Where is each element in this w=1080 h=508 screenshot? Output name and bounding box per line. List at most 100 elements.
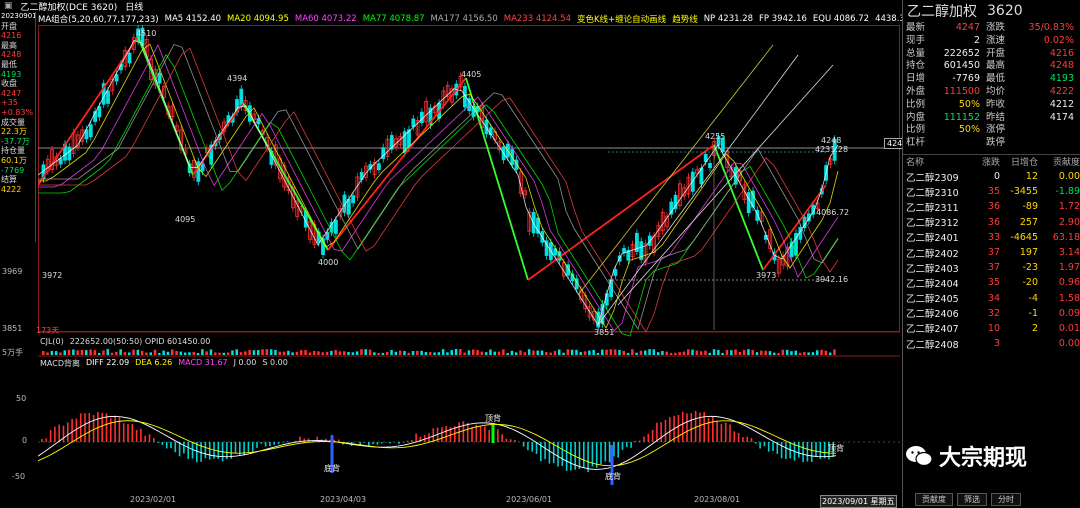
candle-body: [376, 163, 381, 171]
col-oi-change[interactable]: 日增仓: [1000, 155, 1038, 168]
ma-line: [38, 47, 839, 333]
volume-bar: [489, 349, 492, 355]
quote-label: 最低: [986, 73, 1006, 85]
volume-bar: [717, 349, 720, 355]
volume-bar: [218, 352, 221, 355]
volume-bar: [730, 350, 733, 355]
peak-label: 4248: [821, 136, 842, 145]
quote-value: [1018, 124, 1080, 137]
volume-bar: [158, 352, 161, 355]
volume-values: 222652.00(50:50) OPID 601450.00: [69, 337, 211, 346]
contract-row[interactable]: 乙二醇2404 35 -20 0.96: [903, 275, 1080, 290]
ma-item: MA20 4094.95: [227, 13, 289, 24]
quote-value: [1018, 137, 1080, 150]
volume-bar: [777, 352, 780, 355]
volume-bar: [175, 350, 178, 355]
period-selector[interactable]: 日线: [125, 0, 143, 13]
contract-oi-change: 197: [1019, 247, 1038, 258]
quote-panel: 乙二醇加权 3620 最新 4247 涨跌 35/0.83% 现手 2 涨速 0.02% 总量 2…: [902, 0, 1080, 507]
contract-contribution: 1.58: [1058, 292, 1080, 304]
volume-bar: [269, 349, 273, 355]
quote-value: 4248: [1049, 60, 1074, 72]
volume-bar: [72, 349, 75, 355]
volume-bar: [549, 352, 552, 355]
volume-bar: [330, 350, 333, 355]
contract-row[interactable]: 乙二醇2407 10 2 0.01: [903, 321, 1080, 336]
divergence-top-label: 顶背: [828, 444, 844, 453]
volume-bar: [798, 352, 802, 355]
ma-item: MA233 4124.54: [503, 13, 571, 24]
instrument-title[interactable]: 乙二醇加权(DCE 3620): [21, 0, 118, 13]
volume-indicator-name[interactable]: CJL(0): [40, 337, 64, 346]
candle-body: [531, 211, 536, 234]
volume-bar: [67, 349, 71, 355]
contract-change: 3: [993, 338, 1000, 350]
volume-bar: [171, 349, 174, 355]
cursor-date: 2023/09/01 星期五: [820, 495, 897, 508]
contract-row[interactable]: 乙二醇2402 37 197 3.14: [903, 245, 1080, 260]
contract-name: 乙二醇2312: [906, 218, 959, 230]
kline-chart[interactable]: [38, 25, 900, 495]
contract-row[interactable]: 乙二醇2408 3 0.00: [903, 336, 1080, 351]
contract-change: 35: [987, 186, 1000, 198]
contract-row[interactable]: 乙二醇2311 36 -89 1.72: [903, 199, 1080, 214]
tab-contribution[interactable]: 贡献度: [915, 493, 953, 506]
macd-axis-neg50: -50: [12, 472, 26, 481]
volume-bar: [407, 352, 410, 355]
quote-value: 111152: [943, 111, 980, 123]
col-change[interactable]: 涨跌: [972, 155, 1000, 168]
volume-bar: [368, 349, 372, 355]
contract-contribution: 3.14: [1058, 247, 1080, 258]
volume-bar: [626, 352, 630, 355]
volume-bar: [644, 350, 647, 355]
trend-channel-line: [597, 54, 799, 326]
contract-name: 乙二醇2404: [906, 278, 959, 290]
contract-row[interactable]: 乙二醇2401 33 -4645 63.18: [903, 230, 1080, 245]
volume-bar: [828, 352, 832, 355]
contract-change: 36: [987, 216, 1000, 228]
volume-bar: [824, 350, 828, 355]
contract-row[interactable]: 乙二醇2406 32 -1 0.09: [903, 306, 1080, 321]
quote-value: -7769: [952, 73, 980, 85]
quote-label: 最新: [906, 22, 926, 33]
volume-bar: [209, 349, 213, 355]
contract-name: 乙二醇2406: [906, 309, 959, 321]
volume-bar: [794, 350, 797, 355]
volume-bar: [441, 349, 445, 355]
volume-bar: [119, 349, 122, 355]
contract-row[interactable]: 乙二醇2405 34 -4 1.58: [903, 290, 1080, 306]
divergence-bottom-label: 底背: [605, 472, 621, 481]
contract-name: 乙二醇2309: [906, 172, 959, 184]
quote-value: 601450: [943, 60, 980, 72]
col-contribution[interactable]: 贡献度: [1038, 155, 1080, 168]
candle-body: [708, 163, 712, 169]
contract-row[interactable]: 乙二醇2310 35 -3455 -1.89: [903, 184, 1080, 199]
volume-bar: [635, 352, 638, 355]
quote-label: 开盘: [986, 47, 1006, 59]
divergence-top-label: 顶背: [485, 414, 501, 423]
volume-bar: [601, 349, 604, 355]
tab-timeshare[interactable]: 分时: [991, 493, 1021, 506]
volume-bar: [648, 349, 651, 355]
volume-bar: [691, 349, 694, 355]
contract-row[interactable]: 乙二醇2403 37 -23 1.97: [903, 260, 1080, 275]
quote-label: 现手: [906, 34, 926, 46]
macd-histogram-group: [38, 410, 837, 485]
contract-row[interactable]: 乙二醇2312 36 257 2.90: [903, 215, 1080, 230]
macd-indicator-name[interactable]: MACD背离: [40, 358, 80, 369]
candle-body: [97, 106, 102, 118]
volume-bar: [235, 349, 238, 355]
volume-bar: [300, 350, 303, 355]
info-value: -7769: [1, 165, 25, 175]
volume-bar: [807, 352, 810, 355]
quote-label: 总量: [906, 47, 926, 59]
col-name[interactable]: 名称: [906, 155, 972, 168]
volume-bar: [166, 351, 170, 355]
axis-3969: 3969: [2, 267, 23, 276]
volume-bar: [553, 351, 557, 355]
contract-row[interactable]: 乙二醇2309 0 12 0.00: [903, 169, 1080, 184]
volume-bar: [725, 349, 729, 355]
tab-filter[interactable]: 筛选: [957, 493, 987, 506]
volume-bar: [497, 351, 501, 355]
chart-area[interactable]: 4510 4394 4405 4255 4248 4231.28 4086.72…: [2, 25, 911, 495]
